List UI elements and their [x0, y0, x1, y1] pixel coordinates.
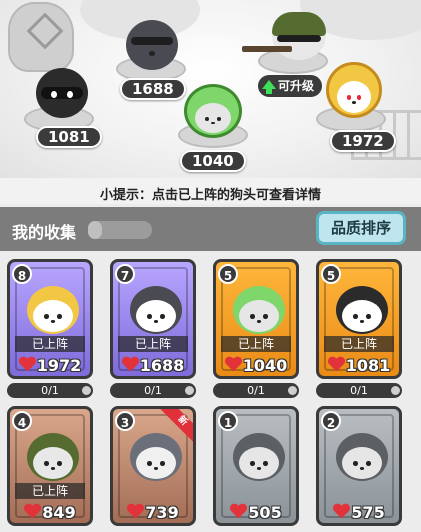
card-power-value: 739	[145, 502, 179, 522]
card-level-badge: 1	[218, 411, 238, 431]
card-count: 0/1	[316, 383, 402, 398]
card-power-value: 1972	[36, 355, 82, 375]
card-level-badge: 7	[115, 264, 135, 284]
power-badge: 1040	[180, 150, 246, 172]
dog-portrait	[130, 286, 182, 334]
card-power: 575	[319, 501, 399, 523]
dino-dog-head[interactable]	[184, 84, 242, 138]
upgrade-badge[interactable]: 可升级	[258, 75, 323, 97]
power-heart-icon	[122, 357, 138, 373]
dog-card[interactable]: 5 已上阵 1081	[316, 259, 402, 379]
rifle-icon	[242, 46, 292, 52]
card-power-value: 1040	[242, 355, 288, 375]
dog-card[interactable]: 1 505	[213, 406, 299, 526]
upgrade-arrow-icon	[262, 79, 276, 94]
power-heart-icon	[19, 357, 35, 373]
dog-portrait	[130, 433, 182, 481]
deployed-label: 已上阵	[15, 483, 85, 499]
soldier-dog-head[interactable]	[272, 12, 326, 60]
card-power: 739	[113, 501, 193, 523]
card-power: 849	[10, 501, 90, 523]
deployed-label: 已上阵	[15, 336, 85, 352]
upgrade-label: 可升级	[278, 79, 315, 93]
card-count: 0/1	[213, 383, 299, 398]
card-level-badge: 5	[218, 264, 238, 284]
dog-portrait	[336, 433, 388, 481]
dog-portrait	[233, 286, 285, 334]
collection-progress-fill	[88, 221, 103, 239]
collection-title: 我的收集	[12, 223, 77, 242]
quality-sort-button[interactable]: 品质排序	[316, 211, 406, 245]
ninja-dog-head[interactable]	[36, 68, 88, 118]
card-power-value: 575	[351, 502, 385, 522]
power-heart-icon	[127, 504, 143, 520]
deployed-label: 已上阵	[221, 336, 291, 352]
dog-card[interactable]: 7 已上阵 1688	[110, 259, 196, 379]
dog-card[interactable]: 5 已上阵 1040	[213, 259, 299, 379]
card-level-badge: 4	[12, 411, 32, 431]
power-heart-icon	[230, 504, 246, 520]
power-heart-icon	[225, 357, 241, 373]
power-heart-icon	[328, 357, 344, 373]
golden-warrior-dog-head[interactable]	[326, 62, 382, 118]
power-badge: 1081	[36, 126, 102, 148]
card-power-value: 505	[248, 502, 282, 522]
battle-arena: 1081 1688 1040 可升级 1972	[0, 0, 421, 178]
power-badge: 1972	[330, 130, 396, 152]
dog-portrait	[27, 433, 79, 481]
collection-progress-bar	[88, 221, 152, 239]
card-level-badge: 5	[321, 264, 341, 284]
card-level-badge: 2	[321, 411, 341, 431]
card-level-badge: 3	[115, 411, 135, 431]
hint-text: 小提示：点击已上阵的狗头可查看详情	[99, 188, 321, 203]
dog-card[interactable]: 4 已上阵 849	[7, 406, 93, 526]
card-power: 1688	[113, 354, 193, 376]
power-badge: 1688	[120, 78, 186, 100]
deployed-label: 已上阵	[324, 336, 394, 352]
card-power-value: 1081	[345, 355, 391, 375]
card-power: 1972	[10, 354, 90, 376]
card-level-badge: 8	[12, 264, 32, 284]
dog-card[interactable]: 3 新 739	[110, 406, 196, 526]
stone-decoration	[8, 2, 74, 72]
sunglasses-dog-head[interactable]	[126, 20, 178, 70]
card-power-value: 849	[42, 502, 76, 522]
deployed-label: 已上阵	[118, 336, 188, 352]
dog-portrait	[233, 433, 285, 481]
card-power-value: 1688	[139, 355, 185, 375]
power-heart-icon	[333, 504, 349, 520]
card-power: 1040	[216, 354, 296, 376]
dog-portrait	[27, 286, 79, 334]
power-heart-icon	[24, 504, 40, 520]
card-power: 1081	[319, 354, 399, 376]
card-count: 0/1	[110, 383, 196, 398]
dog-card[interactable]: 8 已上阵 1972	[7, 259, 93, 379]
dog-portrait	[336, 286, 388, 334]
card-power: 505	[216, 501, 296, 523]
dog-card[interactable]: 2 575	[316, 406, 402, 526]
card-count: 0/1	[7, 383, 93, 398]
